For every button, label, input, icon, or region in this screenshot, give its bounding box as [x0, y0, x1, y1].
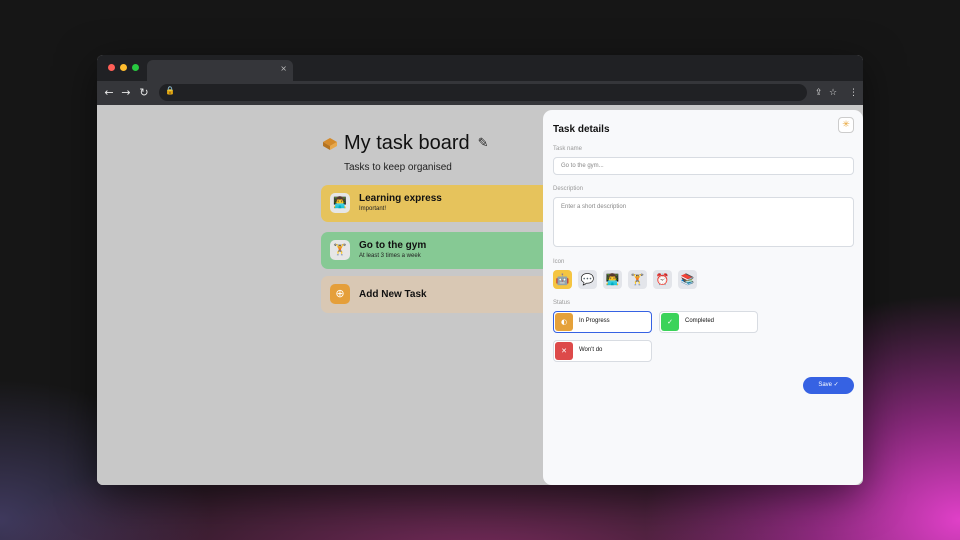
window-controls [108, 64, 139, 71]
tab-close-icon[interactable]: × [280, 64, 287, 73]
page-content: My task board ✎ Tasks to keep organised … [97, 105, 863, 485]
task-details-panel: Task details ✳ Task name Go to the gym..… [543, 110, 863, 485]
task-name-label: Task name [553, 146, 583, 152]
status-option-label: Completed [685, 318, 715, 324]
board-logo-icon [323, 137, 337, 150]
board-header: My task board ✎ [322, 132, 489, 155]
maximize-window-dot[interactable] [132, 64, 139, 71]
description-textarea[interactable]: Enter a short description [553, 197, 854, 247]
description-label: Description [553, 186, 584, 192]
status-label: Status [553, 300, 571, 306]
status-wont-do[interactable]: ✕ Won't do [553, 340, 652, 362]
close-panel-icon[interactable]: ✳ [838, 117, 854, 133]
panel-title: Task details [553, 124, 610, 135]
task-card[interactable]: 👨‍💻 Learning express Important! [321, 185, 561, 222]
task-title: Learning express [359, 193, 442, 204]
back-arrow-icon[interactable]: ← [102, 85, 116, 101]
alarm-clock-icon[interactable]: ⏰ [653, 270, 672, 289]
weightlifter-icon: 🏋 [330, 240, 350, 260]
weightlifter-icon[interactable]: 🏋 [628, 270, 647, 289]
forward-arrow-icon[interactable]: → [119, 85, 133, 101]
lock-icon: 🔒 [165, 86, 175, 95]
task-description: Important! [359, 206, 387, 212]
task-title: Go to the gym [359, 240, 427, 251]
robot-icon[interactable]: 🤖 [553, 270, 572, 289]
browser-menu-icon[interactable]: ⋮ [849, 85, 858, 101]
books-icon[interactable]: 📚 [678, 270, 697, 289]
browser-window: × ← → ↻ 🔒 ⇪ ☆ ⋮ My task board ✎ Tasks to… [97, 55, 863, 485]
icon-label: Icon [553, 259, 565, 265]
status-in-progress[interactable]: ◐ In Progress [553, 311, 652, 333]
chat-bubble-icon[interactable]: 💬 [578, 270, 597, 289]
edit-pencil-icon[interactable]: ✎ [478, 136, 489, 151]
bookmark-star-icon[interactable]: ☆ [829, 85, 837, 101]
task-description: At least 3 times a week [359, 253, 421, 259]
close-window-dot[interactable] [108, 64, 115, 71]
developer-icon: 👨‍💻 [330, 193, 350, 213]
task-card[interactable]: 🏋 Go to the gym At least 3 times a week [321, 232, 561, 269]
board-title: My task board [344, 132, 470, 154]
browser-tab[interactable]: × [147, 60, 293, 81]
add-task-label: Add New Task [359, 289, 427, 300]
minimize-window-dot[interactable] [120, 64, 127, 71]
status-completed[interactable]: ✓ Completed [659, 311, 758, 333]
browser-titlebar: × [97, 55, 863, 81]
developer-icon[interactable]: 👨‍💻 [603, 270, 622, 289]
save-button[interactable]: Save ✓ [803, 377, 854, 394]
icon-picker: 🤖 💬 👨‍💻 🏋 ⏰ 📚 [553, 270, 697, 289]
browser-toolbar: ← → ↻ 🔒 ⇪ ☆ ⋮ [97, 81, 863, 105]
reload-icon[interactable]: ↻ [137, 85, 151, 101]
cross-icon: ✕ [555, 342, 573, 360]
address-bar[interactable]: 🔒 [159, 84, 807, 101]
add-new-task-button[interactable]: ⊕ Add New Task [321, 276, 561, 313]
task-name-input[interactable]: Go to the gym... [553, 157, 854, 175]
checkmark-icon: ✓ [661, 313, 679, 331]
board-subtitle: Tasks to keep organised [344, 162, 452, 173]
status-option-label: Won't do [579, 347, 603, 353]
add-icon: ⊕ [330, 284, 350, 304]
share-icon[interactable]: ⇪ [815, 85, 823, 101]
status-option-label: In Progress [579, 318, 610, 324]
in-progress-icon: ◐ [555, 313, 573, 331]
